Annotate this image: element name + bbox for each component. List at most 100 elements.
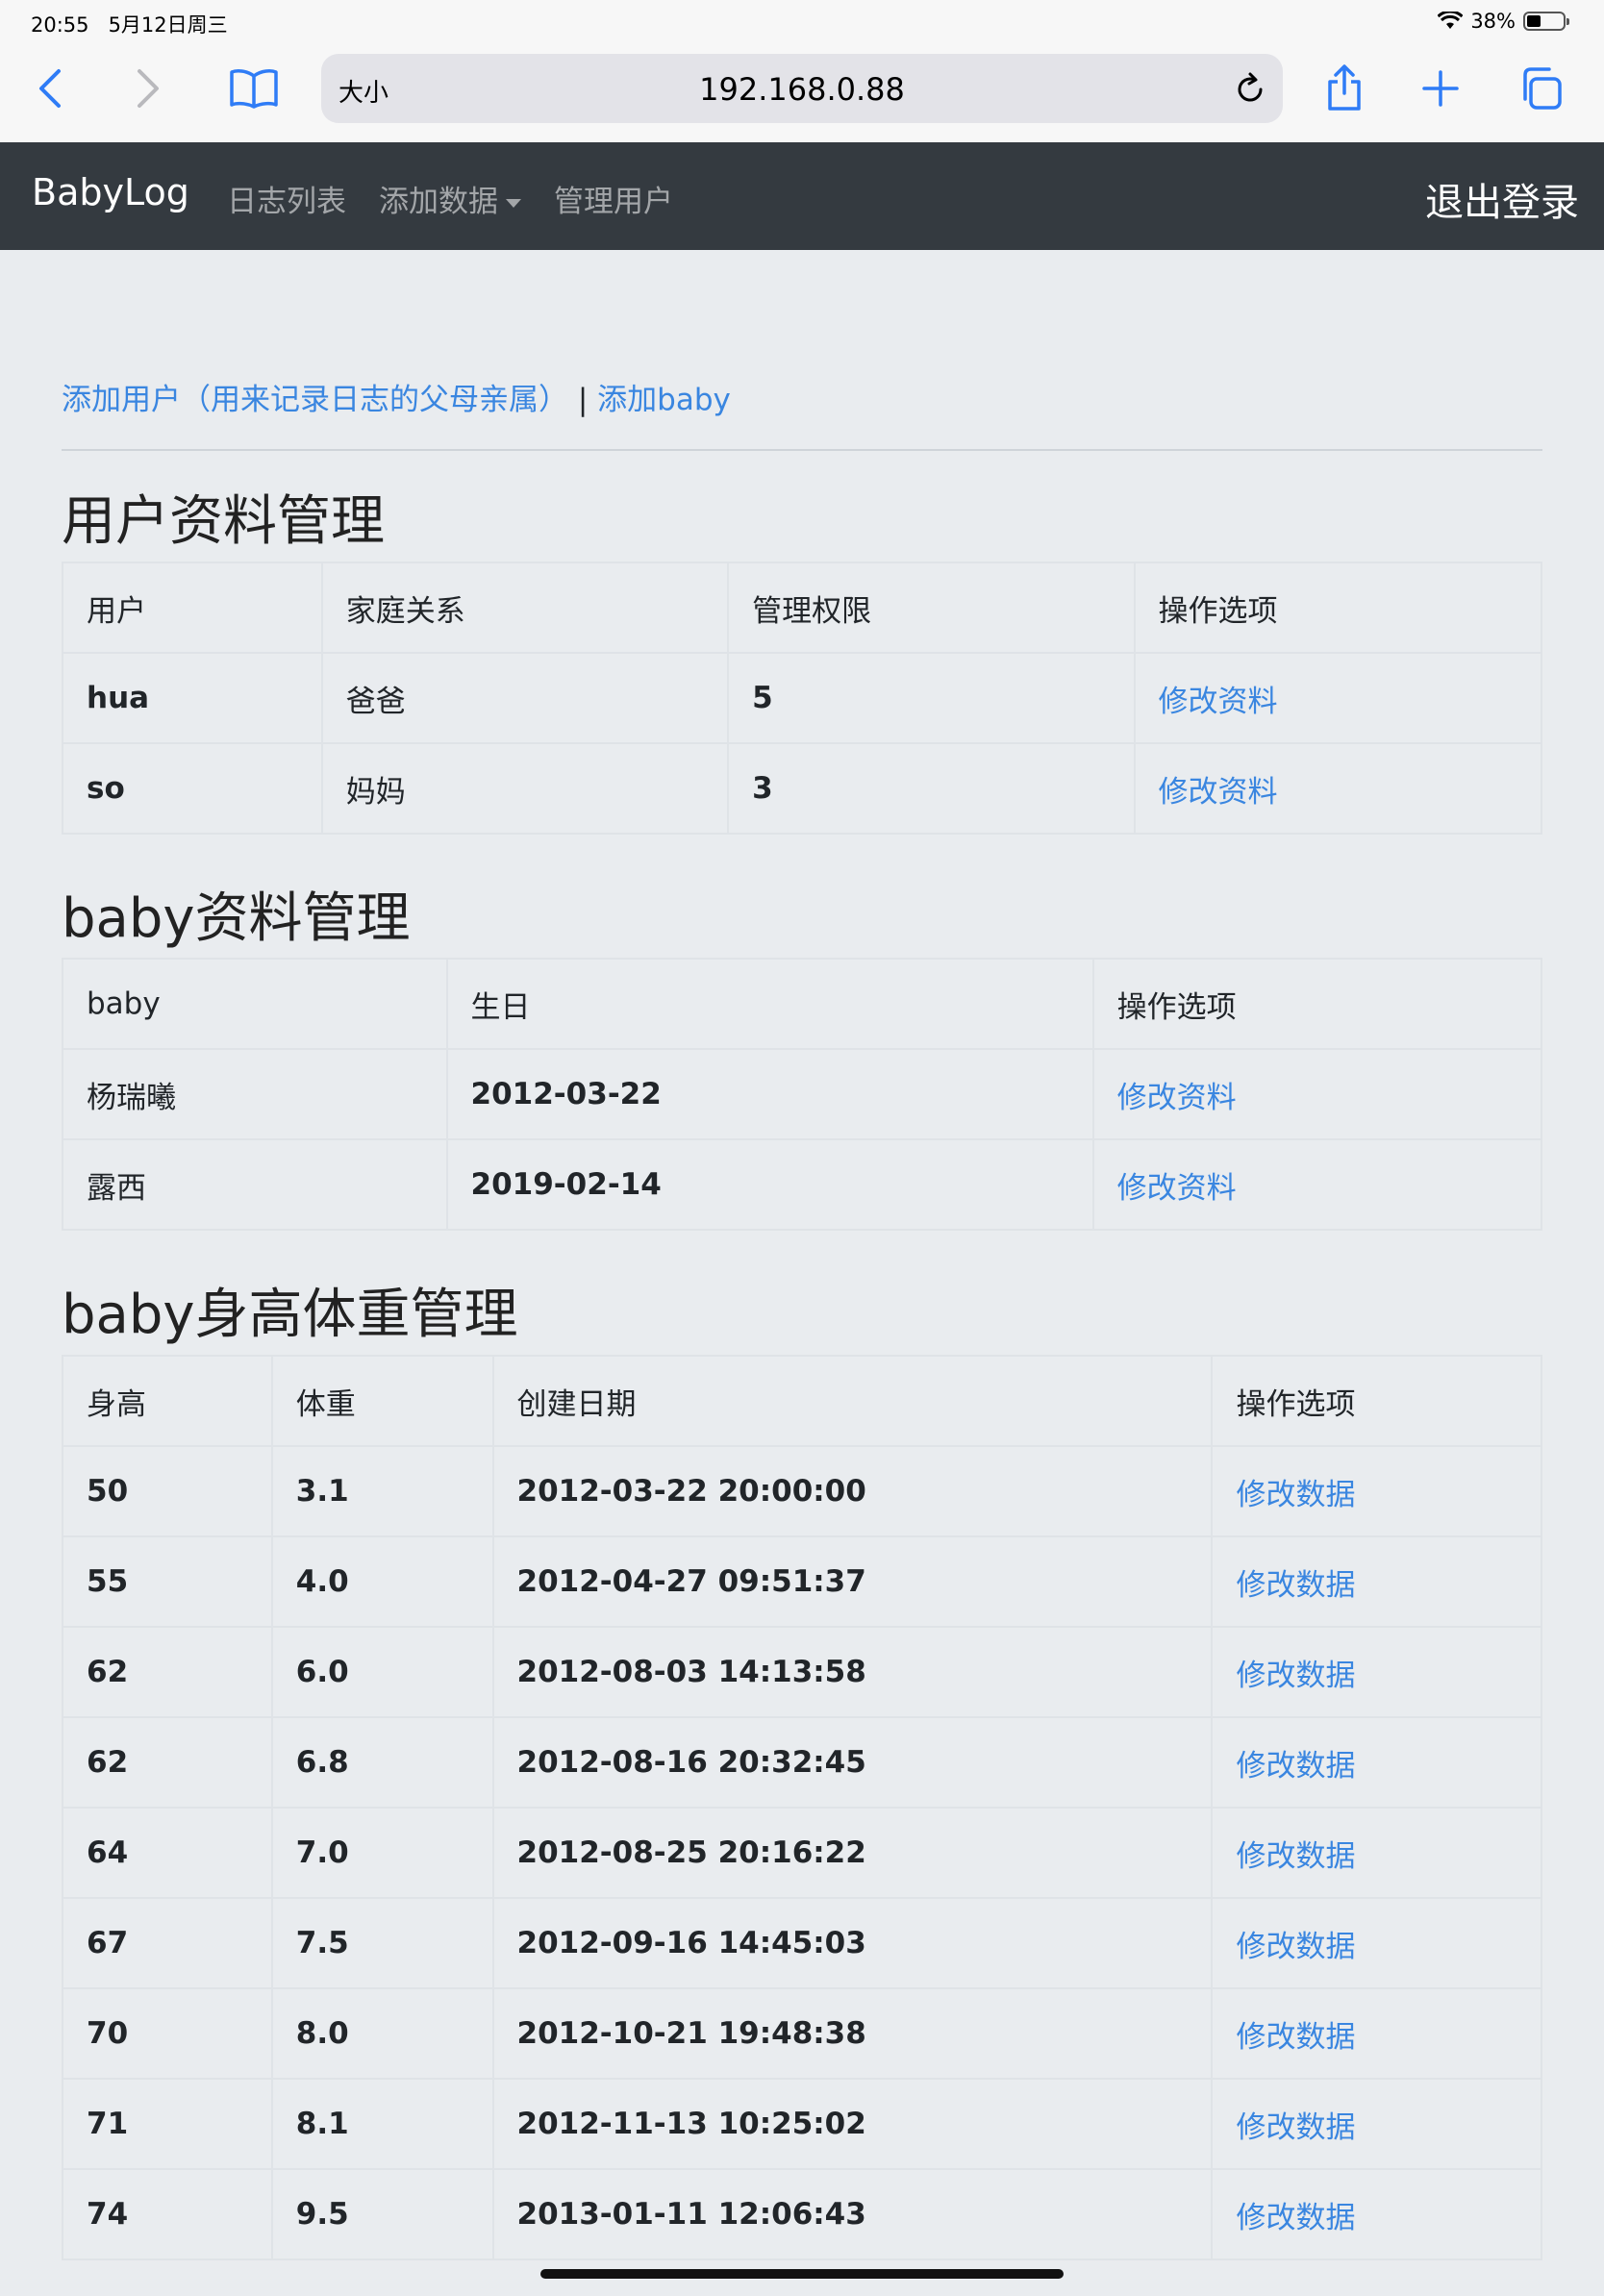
edit-data-link[interactable]: 修改数据 bbox=[1236, 1930, 1355, 1964]
edit-user-link[interactable]: 修改资料 bbox=[1159, 685, 1278, 719]
chevron-left-icon bbox=[39, 69, 61, 108]
edit-data-link[interactable]: 修改数据 bbox=[1236, 1568, 1355, 1603]
nav-log-list[interactable]: 日志列表 bbox=[227, 177, 346, 220]
baby-birthday: 2012-03-22 bbox=[445, 1048, 1094, 1140]
column-header: 操作选项 bbox=[1211, 1355, 1542, 1447]
tabs-button[interactable] bbox=[1514, 62, 1567, 115]
babies-section-title: baby资料管理 bbox=[62, 887, 411, 950]
action-cell: 修改资料 bbox=[1091, 1138, 1543, 1231]
status-clock: 20:55 bbox=[31, 13, 89, 37]
column-header: 用户 bbox=[62, 562, 323, 654]
chevron-right-icon bbox=[138, 69, 159, 108]
table-row: 74 9.5 2013-01-11 12:06:43 修改数据 bbox=[62, 2168, 1542, 2260]
edit-baby-link[interactable]: 修改资料 bbox=[1117, 1081, 1237, 1115]
height-value: 74 bbox=[62, 2168, 273, 2260]
users-table: 用户 家庭关系 管理权限 操作选项 hua 爸爸 5 修改资料 so 妈妈 3 … bbox=[62, 562, 1543, 835]
bookmarks-button[interactable] bbox=[227, 62, 281, 115]
add-baby-link[interactable]: 添加baby bbox=[597, 383, 731, 417]
height-value: 71 bbox=[62, 2078, 273, 2170]
action-cell: 修改资料 bbox=[1091, 1048, 1543, 1140]
column-header: 操作选项 bbox=[1133, 562, 1543, 654]
brand-link[interactable]: BabyLog bbox=[32, 171, 189, 213]
nav-add-data[interactable]: 添加数据 bbox=[379, 177, 521, 220]
table-header-row: 身高 体重 创建日期 操作选项 bbox=[62, 1355, 1542, 1447]
logout-link[interactable]: 退出登录 bbox=[1425, 171, 1579, 227]
weight-value: 7.0 bbox=[270, 1807, 494, 1899]
table-row: 55 4.0 2012-04-27 09:51:37 修改数据 bbox=[62, 1535, 1542, 1628]
edit-data-link[interactable]: 修改数据 bbox=[1236, 2201, 1355, 2235]
height-value: 70 bbox=[62, 1987, 273, 2080]
babies-table: baby 生日 操作选项 杨瑞曦 2012-03-22 修改资料 露西 2019… bbox=[62, 958, 1543, 1231]
edit-user-link[interactable]: 修改资料 bbox=[1159, 775, 1278, 810]
created-date: 2012-10-21 19:48:38 bbox=[491, 1987, 1214, 2080]
nav-links: 日志列表 添加数据 管理用户 bbox=[227, 177, 673, 220]
created-date: 2013-01-11 12:06:43 bbox=[491, 2168, 1214, 2260]
column-header: 创建日期 bbox=[491, 1355, 1214, 1447]
table-row: so 妈妈 3 修改资料 bbox=[62, 742, 1543, 835]
status-bar: 20:55 5月12日周三 38% bbox=[0, 0, 1604, 46]
address-bar[interactable]: 大小 192.168.0.88 bbox=[321, 54, 1283, 123]
users-section-title: 用户资料管理 bbox=[62, 490, 385, 553]
action-cell: 修改数据 bbox=[1211, 2078, 1542, 2170]
user-name: hua bbox=[62, 652, 323, 744]
edit-data-link[interactable]: 修改数据 bbox=[1236, 1478, 1355, 1512]
column-header: 家庭关系 bbox=[320, 562, 730, 654]
user-permission: 3 bbox=[727, 742, 1136, 835]
nav-manage-users[interactable]: 管理用户 bbox=[554, 177, 673, 220]
user-relation: 妈妈 bbox=[320, 742, 730, 835]
table-row: 62 6.8 2012-08-16 20:32:45 修改数据 bbox=[62, 1716, 1542, 1809]
status-time: 20:55 5月12日周三 bbox=[31, 10, 228, 38]
height-value: 50 bbox=[62, 1445, 273, 1537]
share-button[interactable] bbox=[1317, 62, 1371, 115]
column-header: 体重 bbox=[270, 1355, 494, 1447]
share-icon bbox=[1328, 64, 1361, 111]
created-date: 2012-08-16 20:32:45 bbox=[491, 1716, 1214, 1809]
battery-icon bbox=[1523, 12, 1569, 31]
edit-data-link[interactable]: 修改数据 bbox=[1236, 2110, 1355, 2145]
user-relation: 爸爸 bbox=[320, 652, 730, 744]
reload-icon[interactable] bbox=[1231, 69, 1269, 108]
table-row: 杨瑞曦 2012-03-22 修改资料 bbox=[62, 1048, 1543, 1140]
height-value: 55 bbox=[62, 1535, 273, 1628]
status-date: 5月12日周三 bbox=[108, 13, 228, 37]
back-button[interactable] bbox=[23, 62, 77, 115]
add-user-link[interactable]: 添加用户（用来记录日志的父母亲属） bbox=[62, 383, 568, 417]
weight-value: 8.0 bbox=[270, 1987, 494, 2080]
edit-data-link[interactable]: 修改数据 bbox=[1236, 1659, 1355, 1693]
table-row: 70 8.0 2012-10-21 19:48:38 修改数据 bbox=[62, 1987, 1542, 2080]
url-text: 192.168.0.88 bbox=[699, 71, 905, 108]
weight-value: 8.1 bbox=[270, 2078, 494, 2170]
created-date: 2012-09-16 14:45:03 bbox=[491, 1897, 1214, 1989]
edit-data-link[interactable]: 修改数据 bbox=[1236, 1839, 1355, 1874]
column-header: 操作选项 bbox=[1091, 958, 1543, 1050]
table-row: 50 3.1 2012-03-22 20:00:00 修改数据 bbox=[62, 1445, 1542, 1537]
action-cell: 修改数据 bbox=[1211, 1897, 1542, 1989]
action-cell: 修改资料 bbox=[1133, 652, 1543, 744]
forward-button[interactable] bbox=[121, 62, 175, 115]
home-indicator bbox=[540, 2269, 1064, 2279]
action-cell: 修改数据 bbox=[1211, 1445, 1542, 1537]
baby-name: 露西 bbox=[62, 1138, 448, 1231]
table-header-row: baby 生日 操作选项 bbox=[62, 958, 1543, 1050]
action-cell: 修改数据 bbox=[1211, 1987, 1542, 2080]
edit-data-link[interactable]: 修改数据 bbox=[1236, 2020, 1355, 2055]
battery-percent: 38% bbox=[1470, 10, 1516, 33]
user-name: so bbox=[62, 742, 323, 835]
table-row: 67 7.5 2012-09-16 14:45:03 修改数据 bbox=[62, 1897, 1542, 1989]
table-row: 露西 2019-02-14 修改资料 bbox=[62, 1138, 1543, 1231]
new-tab-button[interactable] bbox=[1414, 62, 1467, 115]
table-header-row: 用户 家庭关系 管理权限 操作选项 bbox=[62, 562, 1543, 654]
action-cell: 修改数据 bbox=[1211, 1626, 1542, 1718]
edit-data-link[interactable]: 修改数据 bbox=[1236, 1749, 1355, 1784]
height-value: 64 bbox=[62, 1807, 273, 1899]
wifi-icon bbox=[1438, 12, 1464, 29]
site-navbar: BabyLog 日志列表 添加数据 管理用户 退出登录 bbox=[0, 142, 1604, 250]
weight-value: 9.5 bbox=[270, 2168, 494, 2260]
created-date: 2012-11-13 10:25:02 bbox=[491, 2078, 1214, 2170]
edit-baby-link[interactable]: 修改资料 bbox=[1117, 1171, 1237, 1206]
weight-value: 7.5 bbox=[270, 1897, 494, 1989]
baby-birthday: 2019-02-14 bbox=[445, 1138, 1094, 1231]
plus-icon bbox=[1422, 70, 1459, 107]
action-links: 添加用户（用来记录日志的父母亲属） | 添加baby bbox=[62, 375, 731, 418]
table-row: 71 8.1 2012-11-13 10:25:02 修改数据 bbox=[62, 2078, 1542, 2170]
